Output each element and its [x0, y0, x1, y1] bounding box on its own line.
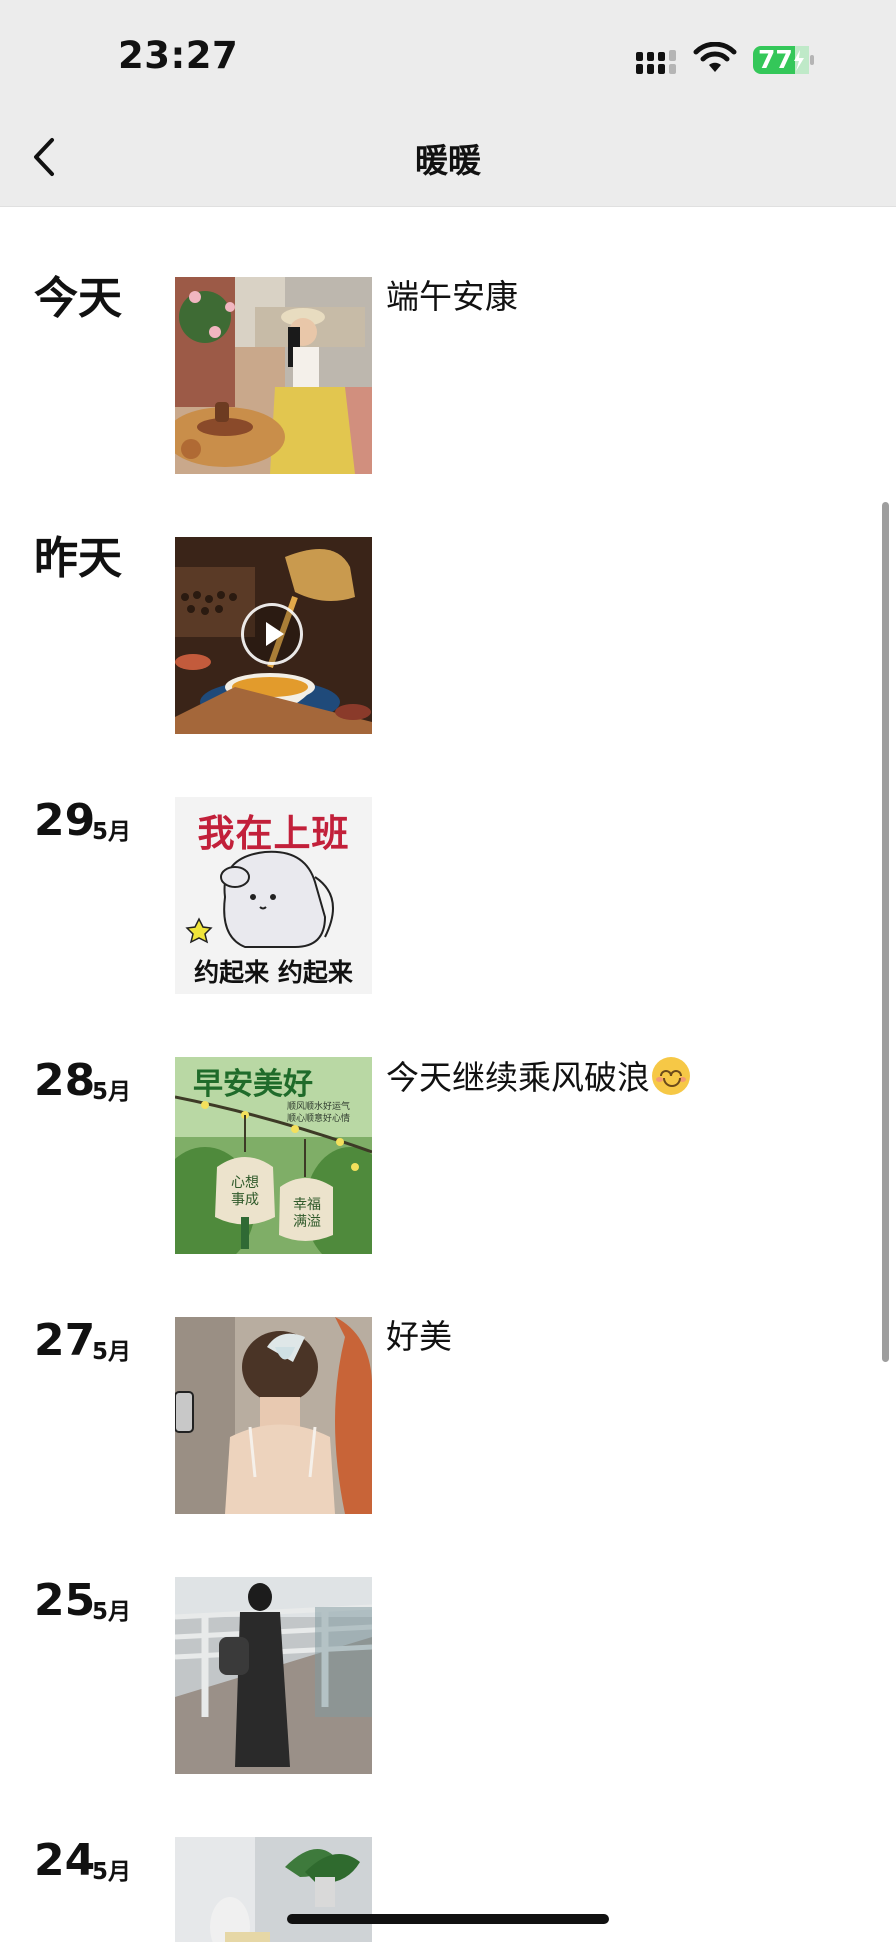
entry-date: 28 5月	[34, 987, 174, 1104]
date-day: 24	[34, 1835, 96, 1886]
smiley-emoji-icon	[652, 1057, 690, 1095]
scrollbar[interactable]	[882, 502, 889, 1362]
entry-date: 24 5月	[34, 1767, 174, 1884]
date-month: 5月	[92, 1599, 132, 1625]
date-month: 5月	[92, 819, 132, 845]
thumb-text-top: 早安美好	[193, 1067, 313, 1102]
date-day: 25	[34, 1575, 96, 1626]
thumb-text-bag: 心想 事成	[231, 1175, 259, 1208]
entry-date: 今天	[34, 207, 174, 321]
feed-entry-yesterday: 昨天	[0, 467, 896, 734]
battery-level: 77	[758, 45, 793, 74]
date-month: 5月	[92, 1339, 132, 1365]
home-indicator	[287, 1914, 609, 1924]
thumb-text-bottom: 约起来 约起来	[194, 958, 353, 987]
entry-caption-text: 今天继续乘风破浪	[386, 1058, 650, 1097]
thumb-text-bag: 幸福 满溢	[293, 1197, 321, 1230]
signal-icon	[636, 48, 680, 76]
entry-caption: 今天继续乘风破浪	[386, 1057, 690, 1098]
photo-thumbnail[interactable]	[175, 277, 372, 474]
photo-thumbnail[interactable]	[175, 1317, 372, 1514]
entry-caption: 好美	[386, 1317, 452, 1356]
feed-entry-may-28: 28 5月 早安美好 顺风顺水好运气 顺心顺意好心情 心想 事成 幸福 满溢 今…	[0, 987, 896, 1254]
entry-date: 29 5月	[34, 727, 174, 844]
entry-date: 27 5月	[34, 1247, 174, 1364]
video-thumbnail[interactable]	[175, 537, 372, 734]
date-day: 29	[34, 795, 96, 846]
date-month: 5月	[92, 1079, 132, 1105]
photo-thumbnail[interactable]	[175, 1837, 372, 1942]
entry-date: 昨天	[34, 467, 174, 581]
feed-entry-today: 今天 端午安康	[0, 207, 896, 474]
moments-feed: 今天 端午安康 昨天 29 5月 我在上班 约起来 约起来 28 5月 早安美好…	[0, 207, 896, 1942]
date-day: 27	[34, 1315, 96, 1366]
entry-date: 25 5月	[34, 1507, 174, 1624]
play-icon[interactable]	[241, 603, 303, 665]
entry-caption: 端午安康	[386, 277, 518, 316]
status-time: 23:27	[118, 34, 239, 77]
photo-thumbnail[interactable]: 早安美好 顺风顺水好运气 顺心顺意好心情 心想 事成 幸福 满溢	[175, 1057, 372, 1254]
date-label: 昨天	[34, 533, 122, 584]
wifi-icon	[693, 42, 737, 76]
battery-icon: 77	[752, 44, 816, 76]
photo-thumbnail[interactable]: 我在上班 约起来 约起来	[175, 797, 372, 994]
feed-entry-may-27: 27 5月 好美	[0, 1247, 896, 1514]
photo-thumbnail[interactable]	[175, 1577, 372, 1774]
date-month: 5月	[92, 1859, 132, 1885]
thumb-text-small: 顺心顺意好心情	[287, 1114, 351, 1124]
header: 23:27 77 暖暖	[0, 0, 896, 207]
feed-entry-may-29: 29 5月 我在上班 约起来 约起来	[0, 727, 896, 994]
page-title: 暖暖	[415, 141, 481, 180]
feed-entry-may-25: 25 5月	[0, 1507, 896, 1774]
moments-album-page: 23:27 77 暖暖 今天 端午安康 昨天 29 5月 我在上班 约起来 约起…	[0, 0, 896, 1942]
date-label: 今天	[34, 273, 122, 324]
date-day: 28	[34, 1055, 96, 1106]
